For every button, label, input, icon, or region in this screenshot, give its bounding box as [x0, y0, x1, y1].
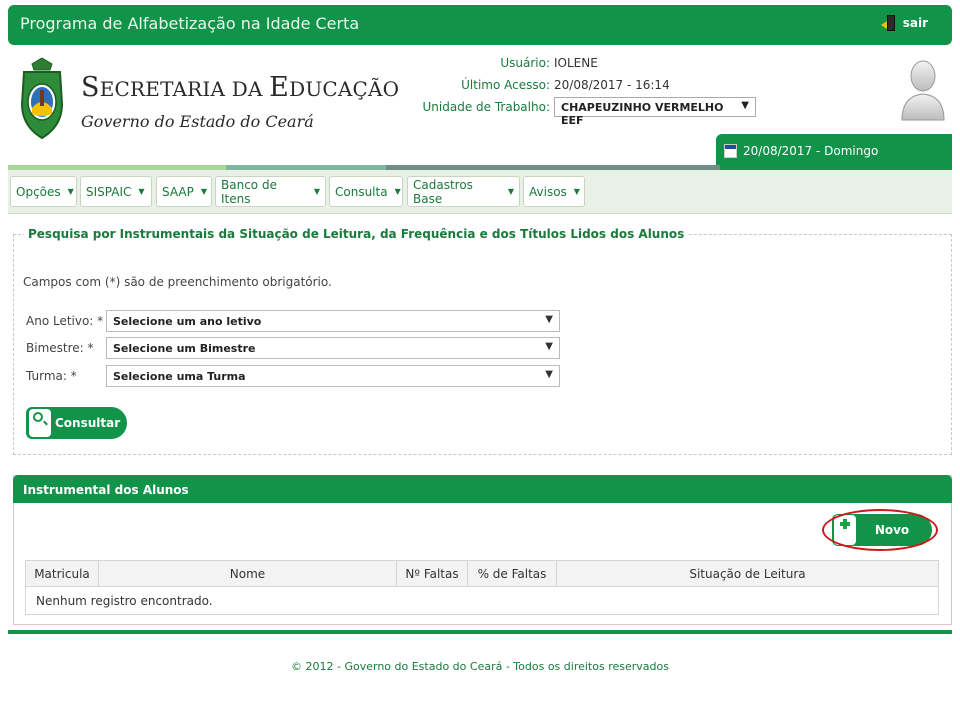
form-row-turma: Turma: * Selecione uma Turma ▼ [26, 365, 560, 387]
novo-button[interactable]: Novo [832, 514, 932, 546]
nav-item-opcoes[interactable]: Opções ▼ [10, 176, 77, 207]
state-crest-icon [20, 57, 64, 140]
chevron-down-icon: ▼ [545, 369, 553, 380]
results-table: Matricula Nome Nº Faltas % de Faltas Sit… [25, 560, 939, 615]
government-subtitle: Governo do Estado do Ceará [81, 112, 314, 131]
last-access-label: Último Acesso: [461, 78, 550, 92]
column-header-nome[interactable]: Nome [98, 560, 397, 587]
chevron-down-icon: ▼ [313, 187, 320, 196]
work-unit-label: Unidade de Trabalho: [422, 100, 550, 114]
top-bar: Programa de Alfabetização na Idade Certa… [8, 5, 952, 45]
chevron-down-icon: ▼ [573, 187, 580, 196]
ano-letivo-label: Ano Letivo: * [26, 314, 104, 328]
form-row-ano-letivo: Ano Letivo: * Selecione um ano letivo ▼ [26, 310, 560, 332]
empty-message: Nenhum registro encontrado. [25, 586, 939, 615]
exit-icon [880, 15, 895, 31]
chevron-down-icon: ▼ [67, 187, 74, 196]
column-header-situacao-leitura[interactable]: Situação de Leitura [556, 560, 939, 587]
user-label: Usuário: [500, 56, 550, 70]
column-header-percent-faltas[interactable]: % de Faltas [467, 560, 557, 587]
secretaria-brand: SECRETARIA DA EDUCAÇÃO [81, 72, 400, 103]
chevron-down-icon: ▼ [138, 187, 145, 196]
work-unit-select[interactable]: CHAPEUZINHO VERMELHO EEF ▼ [554, 97, 756, 127]
chevron-down-icon: ▼ [507, 187, 514, 196]
chevron-down-icon: ▼ [741, 100, 749, 111]
form-row-bimestre: Bimestre: * Selecione um Bimestre ▼ [26, 337, 560, 359]
search-legend: Pesquisa por Instrumentais da Situação d… [24, 227, 689, 241]
calendar-icon [724, 144, 737, 158]
program-title: Programa de Alfabetização na Idade Certa [20, 14, 360, 33]
last-access-value: 20/08/2017 - 16:14 [554, 78, 670, 92]
date-badge: 20/08/2017 - Domingo [716, 134, 952, 168]
consultar-button[interactable]: Consultar [26, 407, 127, 439]
column-header-matricula[interactable]: Matricula [25, 560, 99, 587]
table-row: Nenhum registro encontrado. [25, 586, 939, 615]
footer-divider [8, 630, 952, 634]
required-fields-note: Campos com (*) são de preenchimento obri… [23, 275, 332, 289]
chevron-down-icon: ▼ [545, 314, 553, 325]
user-info: Usuário: IOLENE Último Acesso: 20/08/201… [408, 52, 768, 127]
nav-item-avisos[interactable]: Avisos ▼ [523, 176, 585, 207]
turma-select[interactable]: Selecione uma Turma ▼ [106, 365, 560, 387]
plus-icon [834, 515, 856, 545]
main-nav: Opções ▼ SISPAIC ▼ SAAP ▼ Banco de Itens ▼ C… [8, 170, 952, 214]
chevron-down-icon: ▼ [394, 187, 401, 196]
turma-label: Turma: * [26, 369, 77, 383]
nav-item-cadastros-base[interactable]: Cadastros Base ▼ [407, 176, 520, 207]
nav-item-saap[interactable]: SAAP ▼ [156, 176, 212, 207]
user-avatar-icon[interactable] [900, 56, 946, 122]
nav-item-sispaic[interactable]: SISPAIC ▼ [80, 176, 152, 207]
logout-label: sair [902, 16, 928, 30]
chevron-down-icon: ▼ [200, 187, 207, 196]
chevron-down-icon: ▼ [545, 341, 553, 352]
ano-letivo-select[interactable]: Selecione um ano letivo ▼ [106, 310, 560, 332]
header: SECRETARIA DA EDUCAÇÃO Governo do Estado… [8, 50, 952, 168]
footer-copyright: © 2012 - Governo do Estado do Ceará - To… [291, 660, 669, 673]
nav-item-banco-de-itens[interactable]: Banco de Itens ▼ [215, 176, 326, 207]
logout-button[interactable]: sair [880, 15, 928, 31]
bimestre-label: Bimestre: * [26, 341, 94, 355]
search-icon [29, 409, 51, 437]
user-value: IOLENE [554, 56, 598, 70]
results-panel-title: Instrumental dos Alunos [13, 475, 952, 503]
nav-item-consulta[interactable]: Consulta ▼ [329, 176, 403, 207]
bimestre-select[interactable]: Selecione um Bimestre ▼ [106, 337, 560, 359]
column-header-faltas[interactable]: Nº Faltas [396, 560, 468, 587]
table-header-row: Matricula Nome Nº Faltas % de Faltas Sit… [25, 560, 939, 587]
